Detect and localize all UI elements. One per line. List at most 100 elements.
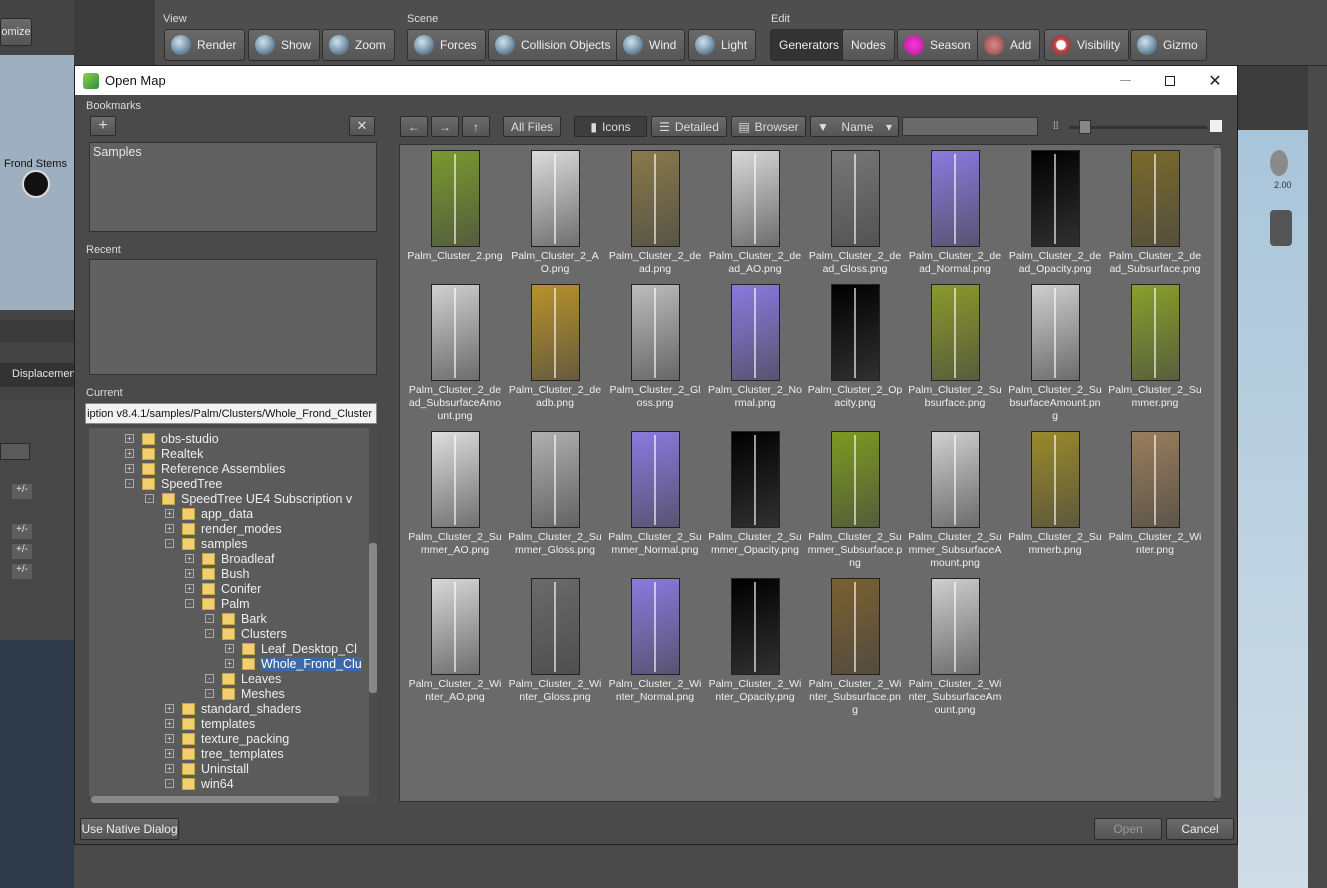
back-button[interactable]: ← [400,116,428,137]
tree-node[interactable]: - Leaves [205,671,281,686]
tree-node[interactable]: + tree_templates [165,746,284,761]
gizmo-button[interactable]: Gizmo [1130,29,1207,61]
use-native-dialog-button[interactable]: Use Native Dialog [80,818,179,840]
expand-toggle-icon[interactable]: - [165,539,174,548]
file-item[interactable]: Palm_Cluster_2_SubsurfaceAmount.png [1005,284,1105,423]
expand-toggle-icon[interactable]: + [185,584,194,593]
file-item[interactable]: Palm_Cluster_2_Winter_AO.png [405,578,505,704]
open-button[interactable]: Open [1094,818,1162,840]
up-button[interactable]: ↑ [462,116,490,137]
file-item[interactable]: Palm_Cluster_2_Winter_Gloss.png [505,578,605,704]
expand-toggle-icon[interactable]: - [205,629,214,638]
add-bookmark-button[interactable]: + [90,116,116,136]
file-item[interactable]: Palm_Cluster_2_Normal.png [705,284,805,410]
expand-toggle-icon[interactable]: - [205,689,214,698]
tree-node[interactable]: + Realtek [125,446,203,461]
expand-toggle-icon[interactable]: + [165,734,174,743]
tree-node[interactable]: + Whole_Frond_Clu [225,656,362,671]
file-item[interactable]: Palm_Cluster_2_Summerb.png [1005,431,1105,557]
expand-toggle-icon[interactable]: - [205,614,214,623]
tree-node[interactable]: + Leaf_Desktop_Cl [225,641,357,656]
file-item[interactable]: Palm_Cluster_2_Summer_Gloss.png [505,431,605,557]
tree-node[interactable]: + app_data [165,506,253,521]
tree-node[interactable]: + texture_packing [165,731,289,746]
tree-node[interactable]: + render_modes [165,521,282,536]
current-path-field[interactable]: iption v8.4.1/samples/Palm/Clusters/Whol… [85,403,377,424]
close-button[interactable]: ✕ [1192,66,1238,95]
expand-toggle-icon[interactable]: - [185,599,194,608]
folder-tree[interactable]: + obs-studio + Realtek + Reference Assemblies… [89,428,375,796]
zoom-button[interactable]: Zoom [322,29,395,61]
expand-toggle-icon[interactable]: + [185,569,194,578]
file-item[interactable]: Palm_Cluster_2_Summer_SubsurfaceAmount.p… [905,431,1005,570]
expand-toggle-icon[interactable]: - [145,494,154,503]
expand-toggle-icon[interactable]: + [165,509,174,518]
tree-node[interactable]: + Reference Assemblies [125,461,285,476]
render-button[interactable]: Render [164,29,246,61]
file-item[interactable]: Palm_Cluster_2_Winter_Normal.png [605,578,705,704]
expand-toggle-icon[interactable]: + [165,524,174,533]
expand-toggle-icon[interactable]: + [225,644,234,653]
file-item[interactable]: Palm_Cluster_2_Summer_AO.png [405,431,505,557]
dropdown[interactable] [0,443,30,460]
file-item[interactable]: Palm_Cluster_2_Winter_SubsurfaceAmount.p… [905,578,1005,717]
tree-node[interactable]: - samples [165,536,248,551]
maximize-button[interactable] [1147,66,1193,95]
sort-dropdown[interactable]: ▼ Name ▾ [810,116,899,137]
file-item[interactable]: Palm_Cluster_2_Winter_Opacity.png [705,578,805,704]
expand-toggle-icon[interactable]: + [165,749,174,758]
add-button[interactable]: Add [977,29,1041,61]
file-item[interactable]: Palm_Cluster_2_Opacity.png [805,284,905,410]
bookmark-item[interactable]: Samples [90,143,376,161]
file-item[interactable]: Palm_Cluster_2.png [405,150,505,263]
all-files-filter[interactable]: All Files [503,116,561,137]
tree-node[interactable]: + templates [165,716,255,731]
file-item[interactable]: Palm_Cluster_2_dead_Opacity.png [1005,150,1105,276]
expand-toggle-icon[interactable]: - [205,674,214,683]
slider-handle[interactable] [1079,120,1091,134]
tree-node[interactable]: - win64 [165,776,234,791]
visibility-button[interactable]: Visibility [1044,29,1130,61]
node-graph-view[interactable]: Frond Stems [0,55,74,310]
expand-toggle-icon[interactable]: + [225,659,234,668]
tree-node[interactable]: + standard_shaders [165,701,301,716]
recent-list[interactable] [89,259,377,375]
nodes-tab[interactable]: Nodes [842,29,895,61]
wind-button[interactable]: Wind [616,29,686,61]
season-button[interactable]: Season [897,29,980,61]
icons-view-button[interactable]: ▮ Icons [574,116,647,137]
minimize-button[interactable] [1102,66,1148,95]
plusminus-button[interactable]: +/- [12,484,32,499]
tree-node[interactable]: - Palm [185,596,249,611]
file-item[interactable]: Palm_Cluster_2_AO.png [505,150,605,276]
file-item[interactable]: Palm_Cluster_2_dead_AO.png [705,150,805,276]
forces-button[interactable]: Forces [407,29,486,61]
file-item[interactable]: Palm_Cluster_2_Winter_Subsurface.png [805,578,905,717]
plusminus-button[interactable]: +/- [12,564,32,579]
tree-node[interactable]: + Conifer [185,581,261,596]
file-item[interactable]: Palm_Cluster_2_Summer_Subsurface.png [805,431,905,570]
collision-objects-button[interactable]: Collision Objects [488,29,620,61]
expand-toggle-icon[interactable]: - [165,779,174,788]
fan-icon[interactable] [1270,210,1292,246]
file-item[interactable]: Palm_Cluster_2_dead_Gloss.png [805,150,905,276]
light-button[interactable]: Light [688,29,757,61]
file-item[interactable]: Palm_Cluster_2_Gloss.png [605,284,705,410]
remove-bookmark-button[interactable]: ✕ [349,116,375,136]
viewport-sky[interactable]: 2.00 [1238,130,1308,888]
expand-toggle-icon[interactable]: + [125,434,134,443]
light-icon[interactable] [1270,150,1288,176]
generators-tab[interactable]: Generators [770,29,849,61]
displacement-tab[interactable]: Displacemen [0,363,74,387]
optimize-button[interactable]: omize [0,18,32,46]
tree-node[interactable]: - Clusters [205,626,287,641]
expand-toggle-icon[interactable]: + [125,449,134,458]
file-item[interactable]: Palm_Cluster_2_dead_Normal.png [905,150,1005,276]
file-icon-grid[interactable]: Palm_Cluster_2.png Palm_Cluster_2_AO.png P… [399,144,1221,802]
show-button[interactable]: Show [248,29,321,61]
browser-view-button[interactable]: ▤ Browser [731,116,806,137]
plusminus-button[interactable]: +/- [12,544,32,559]
expand-toggle-icon[interactable]: + [165,719,174,728]
title-bar[interactable]: Open Map ✕ [75,66,1237,95]
tree-node[interactable]: + Uninstall [165,761,249,776]
